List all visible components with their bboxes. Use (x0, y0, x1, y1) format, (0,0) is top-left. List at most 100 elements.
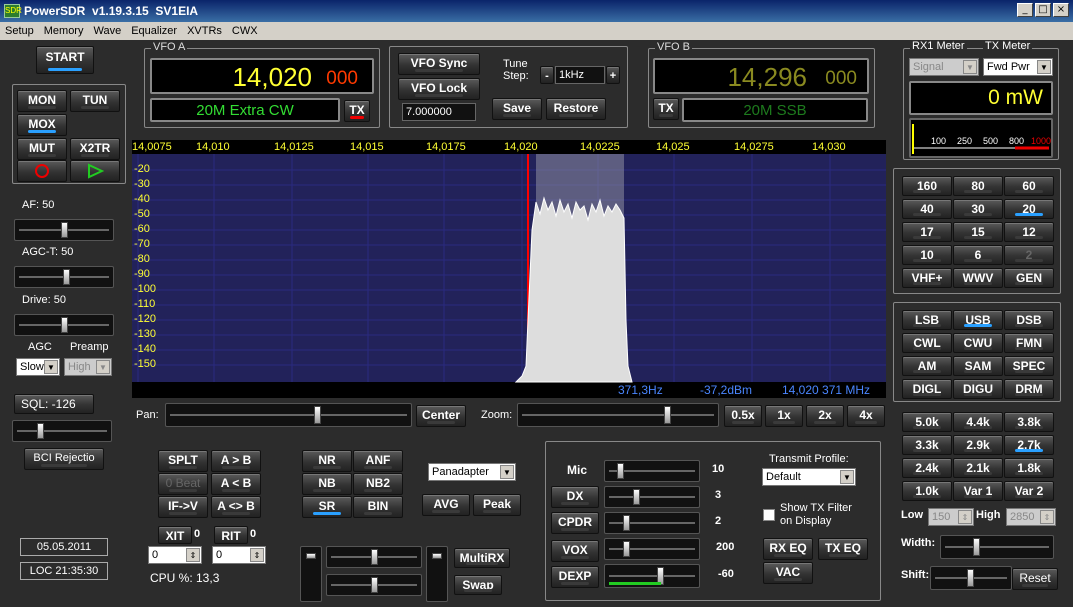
agc-select[interactable]: Slow ▼ (16, 358, 60, 376)
mic-slider[interactable] (604, 460, 700, 482)
pan-slider[interactable] (165, 403, 412, 427)
rx1-volume-slider[interactable] (300, 546, 322, 602)
preamp-select[interactable]: High ▼ (64, 358, 112, 376)
agct-slider[interactable] (14, 266, 114, 288)
avg-button[interactable]: AVG (422, 494, 470, 516)
minimize-icon[interactable]: _ (1017, 3, 1033, 17)
vfo-a-tx-button[interactable]: TX (344, 100, 370, 122)
zoom-2x-button[interactable]: 2x (806, 405, 844, 427)
menu-equalizer[interactable]: Equalizer (126, 25, 182, 37)
anf-button[interactable]: ANF (353, 450, 403, 472)
filter-button-2.9k[interactable]: 2.9k (953, 435, 1003, 455)
filter-button-1.0k[interactable]: 1.0k (902, 481, 952, 501)
filter-button-4.4k[interactable]: 4.4k (953, 412, 1003, 432)
split-button[interactable]: SPLT (158, 450, 208, 472)
menu-wave[interactable]: Wave (88, 25, 126, 37)
vfo-b-tx-button[interactable]: TX (653, 98, 679, 120)
zoom-1x-button[interactable]: 1x (765, 405, 803, 427)
mode-button-spec[interactable]: SPEC (1004, 356, 1054, 376)
band-button-60[interactable]: 60 (1004, 176, 1054, 196)
rx-meter-select[interactable]: Signal ▼ (909, 58, 979, 76)
mox-button[interactable]: MOX (17, 114, 67, 136)
vfo-b-frequency[interactable]: 14,296 000 (653, 58, 869, 94)
a-swap-b-button[interactable]: A <> B (211, 496, 261, 518)
mode-button-digl[interactable]: DIGL (902, 379, 952, 399)
step-up-button[interactable]: + (606, 66, 620, 84)
mode-button-cwl[interactable]: CWL (902, 333, 952, 353)
tx-meter-select[interactable]: Fwd Pwr ▼ (983, 58, 1053, 76)
zero-beat-button[interactable]: 0 Beat (158, 473, 208, 495)
show-tx-filter-checkbox[interactable] (763, 509, 775, 521)
rx-eq-button[interactable]: RX EQ (763, 538, 813, 560)
band-button-30[interactable]: 30 (953, 199, 1003, 219)
band-button-wwv[interactable]: WWV (953, 268, 1003, 288)
play-button[interactable] (70, 160, 120, 182)
mode-button-fmn[interactable]: FMN (1004, 333, 1054, 353)
band-button-40[interactable]: 40 (902, 199, 952, 219)
vac-button[interactable]: VAC (763, 562, 813, 584)
rit-spin[interactable]: 0 ⇕ (212, 546, 266, 564)
bin-button[interactable]: BIN (353, 496, 403, 518)
zoom-0.5x-button[interactable]: 0.5x (724, 405, 762, 427)
memory-value[interactable]: 7.000000 (402, 103, 476, 121)
step-down-button[interactable]: - (540, 66, 554, 84)
maximize-icon[interactable]: □ (1035, 3, 1051, 17)
mode-button-lsb[interactable]: LSB (902, 310, 952, 330)
filter-button-1.8k[interactable]: 1.8k (1004, 458, 1054, 478)
sr-button[interactable]: SR (302, 496, 352, 518)
mon-button[interactable]: MON (17, 90, 67, 112)
dx-slider[interactable] (604, 486, 700, 508)
band-button-6[interactable]: 6 (953, 245, 1003, 265)
rx1-pan-slider[interactable] (326, 546, 422, 568)
band-button-12[interactable]: 12 (1004, 222, 1054, 242)
mode-button-usb[interactable]: USB (953, 310, 1003, 330)
rx2-pan-slider[interactable] (326, 574, 422, 596)
mode-button-sam[interactable]: SAM (953, 356, 1003, 376)
cpdr-button[interactable]: CPDR (551, 512, 599, 534)
dx-button[interactable]: DX (551, 486, 599, 508)
vfo-a-frequency[interactable]: 14,020 000 (150, 58, 374, 94)
menu-cwx[interactable]: CWX (227, 25, 263, 37)
filter-button-5.0k[interactable]: 5.0k (902, 412, 952, 432)
filter-button-3.3k[interactable]: 3.3k (902, 435, 952, 455)
display-mode-select[interactable]: Panadapter ▼ (428, 463, 516, 481)
menu-memory[interactable]: Memory (39, 25, 89, 37)
b-to-a-button[interactable]: A < B (211, 473, 261, 495)
vfo-sync-button[interactable]: VFO Sync (398, 53, 480, 75)
mode-button-am[interactable]: AM (902, 356, 952, 376)
save-button[interactable]: Save (492, 98, 542, 120)
xit-spin[interactable]: 0 ⇕ (148, 546, 202, 564)
filter-button-3.8k[interactable]: 3.8k (1004, 412, 1054, 432)
xit-button[interactable]: XIT (158, 526, 192, 544)
filter-button-var2[interactable]: Var 2 (1004, 481, 1054, 501)
record-button[interactable] (17, 160, 67, 182)
peak-button[interactable]: Peak (473, 494, 521, 516)
nr-button[interactable]: NR (302, 450, 352, 472)
band-button-17[interactable]: 17 (902, 222, 952, 242)
vfo-lock-button[interactable]: VFO Lock (398, 78, 480, 100)
band-button-gen[interactable]: GEN (1004, 268, 1054, 288)
menu-setup[interactable]: Setup (0, 25, 39, 37)
menu-xvtrs[interactable]: XVTRs (182, 25, 227, 37)
low-spin[interactable]: 150 ⇕ (928, 508, 974, 526)
nb2-button[interactable]: NB2 (353, 473, 403, 495)
swap-button[interactable]: Swap (454, 575, 502, 595)
width-slider[interactable] (940, 535, 1054, 559)
af-slider[interactable] (14, 219, 114, 241)
zoom-slider[interactable] (517, 403, 719, 427)
filter-button-var1[interactable]: Var 1 (953, 481, 1003, 501)
filter-button-2.1k[interactable]: 2.1k (953, 458, 1003, 478)
mode-button-drm[interactable]: DRM (1004, 379, 1054, 399)
band-button-160[interactable]: 160 (902, 176, 952, 196)
reset-button[interactable]: Reset (1012, 568, 1058, 590)
mode-button-digu[interactable]: DIGU (953, 379, 1003, 399)
cpdr-slider[interactable] (604, 512, 700, 534)
restore-button[interactable]: Restore (546, 98, 606, 120)
dexp-button[interactable]: DEXP (551, 566, 599, 588)
multirx-button[interactable]: MultiRX (454, 548, 510, 568)
vox-slider[interactable] (604, 538, 700, 560)
rx2-volume-slider[interactable] (426, 546, 448, 602)
mode-button-dsb[interactable]: DSB (1004, 310, 1054, 330)
band-button-20[interactable]: 20 (1004, 199, 1054, 219)
high-spin[interactable]: 2850 ⇕ (1006, 508, 1056, 526)
